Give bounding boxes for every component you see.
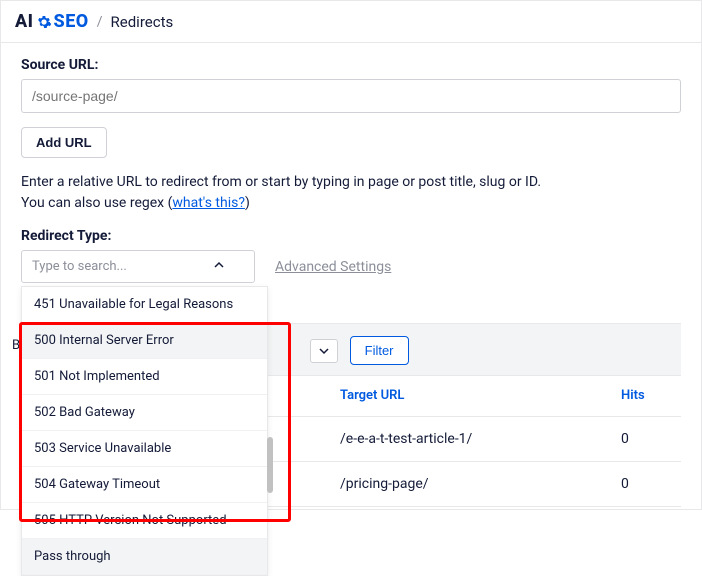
option-502[interactable]: 502 Bad Gateway bbox=[22, 395, 267, 431]
option-504[interactable]: 504 Gateway Timeout bbox=[22, 467, 267, 503]
chevron-down-icon bbox=[319, 346, 329, 356]
source-url-input[interactable] bbox=[21, 79, 681, 113]
logo: AI SEO bbox=[15, 11, 89, 32]
col-target[interactable]: Target URL bbox=[340, 388, 621, 404]
app-header: AI SEO / Redirects bbox=[1, 1, 701, 43]
help-line-2: You can also use regex ( bbox=[21, 195, 172, 211]
advanced-settings-link[interactable]: Advanced Settings bbox=[275, 259, 391, 275]
breadcrumb-separator: / bbox=[97, 14, 103, 30]
option-503[interactable]: 503 Service Unavailable bbox=[22, 431, 267, 467]
col-hits[interactable]: Hits bbox=[621, 388, 671, 404]
main-content: Source URL: Add URL Enter a relative URL… bbox=[1, 43, 701, 521]
whats-this-link[interactable]: what's this? bbox=[172, 195, 245, 211]
option-500[interactable]: 500 Internal Server Error bbox=[22, 323, 267, 359]
help-line-1: Enter a relative URL to redirect from or… bbox=[21, 174, 541, 190]
hits-cell: 0 bbox=[621, 431, 671, 447]
chevron-up-icon bbox=[214, 259, 224, 274]
filter-button[interactable]: Filter bbox=[350, 336, 409, 365]
source-url-label: Source URL: bbox=[21, 57, 681, 73]
redirect-type-display[interactable]: Type to search... bbox=[21, 250, 255, 283]
hits-cell: 0 bbox=[621, 476, 671, 492]
redirect-type-dropdown: 451 Unavailable for Legal Reasons 500 In… bbox=[21, 286, 268, 576]
logo-aio-text: AI bbox=[15, 11, 34, 32]
help-line-3: ) bbox=[245, 195, 250, 211]
option-451[interactable]: 451 Unavailable for Legal Reasons bbox=[22, 287, 267, 323]
option-501[interactable]: 501 Not Implemented bbox=[22, 359, 267, 395]
option-passthrough[interactable]: Pass through bbox=[22, 539, 267, 575]
add-url-button[interactable]: Add URL bbox=[21, 127, 107, 158]
redirect-type-label: Redirect Type: bbox=[21, 228, 681, 244]
option-505[interactable]: 505 HTTP Version Not Supported bbox=[22, 503, 267, 539]
redirect-type-select[interactable]: Type to search... 451 Unavailable for Le… bbox=[21, 250, 255, 283]
group-select[interactable] bbox=[310, 339, 338, 363]
logo-seo-text: SEO bbox=[54, 11, 89, 32]
scrollbar-thumb[interactable] bbox=[267, 437, 273, 493]
breadcrumb: Redirects bbox=[111, 13, 174, 31]
help-text: Enter a relative URL to redirect from or… bbox=[21, 172, 681, 214]
target-url-cell: /pricing-page/ bbox=[340, 476, 621, 492]
target-url-cell: /e-e-a-t-test-article-1/ bbox=[340, 431, 621, 447]
gear-icon bbox=[35, 13, 53, 31]
redirect-type-placeholder: Type to search... bbox=[32, 259, 127, 274]
bulk-prefix: B bbox=[12, 338, 20, 353]
